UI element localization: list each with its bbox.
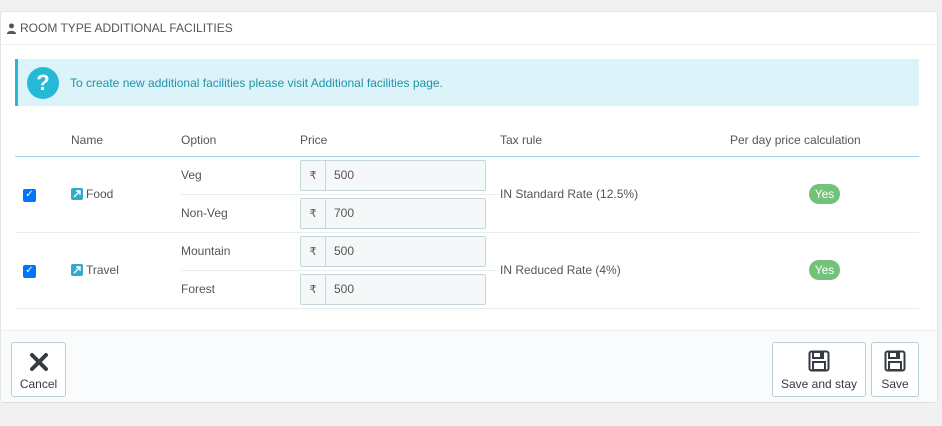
price-input[interactable]: ₹ 500 — [300, 235, 486, 267]
price-value: 700 — [334, 206, 355, 220]
alert-text: To create new additional facilities plea… — [70, 76, 443, 90]
additional-facilities-link[interactable]: Additional facilities — [311, 76, 410, 90]
panel-footer: Cancel Save and stay Save — [1, 330, 937, 402]
cancel-label: Cancel — [19, 377, 58, 391]
save-and-stay-label: Save and stay — [780, 377, 858, 391]
price-input[interactable]: ₹ 700 — [300, 197, 486, 229]
save-icon — [808, 350, 830, 372]
external-link-icon[interactable] — [71, 264, 83, 276]
option-label: Non-Veg — [181, 194, 300, 233]
rupee-icon: ₹ — [301, 198, 326, 228]
travel-checkbox[interactable]: ✓ — [23, 264, 36, 278]
price-cell: ₹ 500 — [300, 270, 500, 309]
rupee-icon: ₹ — [301, 274, 326, 304]
user-icon — [6, 22, 17, 34]
save-button[interactable]: Save — [871, 342, 919, 397]
facility-name: Food — [86, 187, 114, 201]
food-checkbox[interactable]: ✓ — [23, 188, 36, 202]
facility-name: Travel — [86, 263, 119, 277]
alert-text-before: To create new additional facilities plea… — [70, 75, 311, 90]
tax-rule: IN Standard Rate (12.5%) — [500, 156, 730, 233]
rupee-icon: ₹ — [301, 160, 326, 190]
header-name: Name — [71, 124, 181, 157]
facilities-panel: ROOM TYPE ADDITIONAL FACILITIES ? To cre… — [0, 11, 938, 402]
per-day-cell: Yes — [730, 156, 919, 233]
save-icon — [884, 350, 906, 372]
price-value: 500 — [334, 168, 355, 182]
close-icon — [29, 353, 48, 371]
panel-title: ROOM TYPE ADDITIONAL FACILITIES — [20, 21, 233, 35]
price-cell: ₹ 700 — [300, 194, 500, 233]
price-value: 500 — [334, 282, 355, 296]
option-label: Veg — [181, 156, 300, 195]
rupee-icon: ₹ — [301, 236, 326, 266]
header-price: Price — [300, 124, 500, 157]
external-link-icon[interactable] — [71, 188, 83, 200]
price-input[interactable]: ₹ 500 — [300, 159, 486, 191]
tax-rule: IN Reduced Rate (4%) — [500, 232, 730, 309]
row-name-cell: Travel — [71, 232, 181, 309]
status-badge: Yes — [808, 260, 841, 280]
header-option: Option — [181, 124, 300, 157]
header-tax-rule: Tax rule — [500, 124, 730, 157]
panel-heading: ROOM TYPE ADDITIONAL FACILITIES — [1, 12, 937, 45]
header-select — [15, 124, 71, 157]
price-input[interactable]: ₹ 500 — [300, 273, 486, 305]
question-circle-icon: ? — [27, 66, 59, 99]
per-day-cell: Yes — [730, 232, 919, 309]
option-label: Mountain — [181, 232, 300, 271]
table-header-row: Name Option Price Tax rule Per day price… — [15, 124, 919, 157]
alert-text-after: page. — [409, 75, 443, 90]
price-cell: ₹ 500 — [300, 232, 500, 271]
row-select-cell: ✓ — [15, 156, 71, 233]
header-per-day: Per day price calculation — [730, 124, 919, 157]
table-row: ✓ Food Veg ₹ 500 IN Standard Rate (12.5%… — [15, 156, 919, 233]
price-cell: ₹ 500 — [300, 156, 500, 195]
status-badge: Yes — [808, 184, 841, 204]
row-select-cell: ✓ — [15, 232, 71, 309]
save-label: Save — [881, 377, 909, 391]
cancel-button[interactable]: Cancel — [11, 342, 66, 397]
price-value: 500 — [334, 244, 355, 258]
facilities-table: Name Option Price Tax rule Per day price… — [15, 124, 919, 309]
table-row: ✓ Travel Mountain ₹ 500 IN Reduced Rate … — [15, 232, 919, 309]
row-name-cell: Food — [71, 156, 181, 233]
save-and-stay-button[interactable]: Save and stay — [772, 342, 866, 397]
option-label: Forest — [181, 270, 300, 309]
info-alert: ? To create new additional facilities pl… — [15, 59, 919, 106]
